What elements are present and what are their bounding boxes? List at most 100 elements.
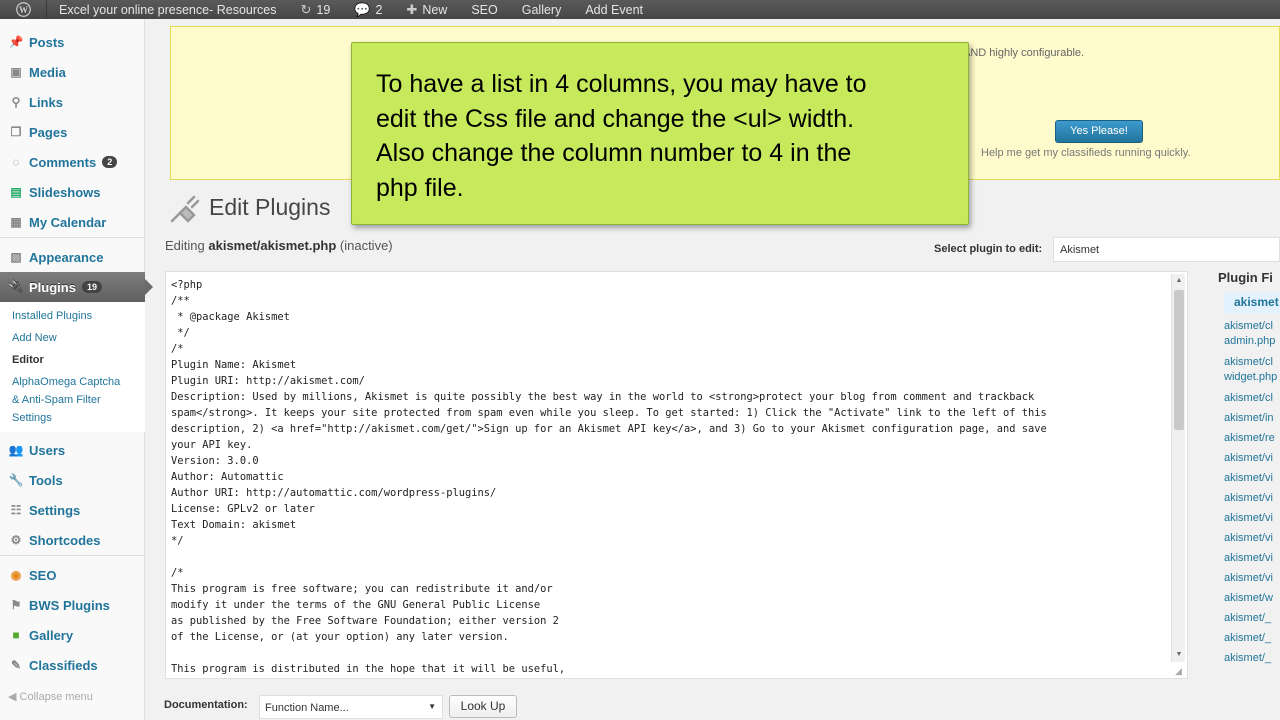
plugin-file-link[interactable]: akismet/cl widget.php [1224, 355, 1280, 385]
menu-links[interactable]: ⚲ Links [0, 87, 145, 117]
notice-text: AND highly configurable. [963, 47, 1085, 59]
menu-classifieds[interactable]: ✎ Classifieds [0, 650, 145, 680]
editing-info: Editing akismet/akismet.php (inactive) [165, 238, 393, 253]
page-title: Edit Plugins [209, 194, 331, 220]
seo-link[interactable]: SEO [459, 0, 509, 19]
plugins-submenu: Installed Plugins Add New Editor AlphaOm… [0, 302, 145, 432]
submenu-alphaomega-captcha[interactable]: AlphaOmega Captcha [12, 373, 145, 391]
menu-label: Users [29, 442, 66, 458]
submenu-anti-spam-filter[interactable]: & Anti-Spam Filter [12, 391, 145, 409]
code-textarea[interactable]: <?php /** * @package Akismet */ /* Plugi… [171, 277, 1166, 677]
comments-count-badge: 2 [102, 156, 118, 168]
add-event-link[interactable]: Add Event [573, 0, 655, 19]
submenu-installed-plugins[interactable]: Installed Plugins [12, 307, 145, 325]
links-icon: ⚲ [11, 95, 21, 109]
plugin-file-link[interactable]: akismet/_ [1224, 631, 1280, 646]
menu-label: Settings [29, 502, 81, 518]
scroll-down-icon[interactable]: ▼ [1172, 648, 1186, 662]
seo-icon: ◉ [10, 568, 22, 582]
plugin-file-link[interactable]: akismet/cl admin.php [1224, 319, 1280, 349]
menu-my-calendar[interactable]: ▦ My Calendar [0, 207, 145, 237]
submenu-editor[interactable]: Editor [12, 351, 145, 369]
calendar-icon: ▦ [10, 215, 22, 229]
menu-media[interactable]: ▣ Media [0, 57, 145, 87]
plugin-file-link[interactable]: akismet/vi [1224, 531, 1280, 546]
plugin-file-link[interactable]: akismet/_ [1224, 611, 1280, 626]
settings-icon: ☷ [10, 503, 22, 517]
menu-label: Comments [29, 154, 97, 170]
media-icon: ▣ [10, 65, 22, 79]
menu-slideshows[interactable]: ▤ Slideshows [0, 177, 145, 207]
plugin-file-link[interactable]: akismet/re [1224, 431, 1280, 446]
resize-handle-icon[interactable]: ◢ [1175, 666, 1185, 676]
new-label: New [422, 2, 448, 17]
comments-icon: ◌ [12, 155, 20, 169]
plugin-file-link[interactable]: akismet/cl [1224, 391, 1280, 406]
plugin-file-link[interactable]: akismet/vi [1224, 491, 1280, 506]
seo-label: SEO [471, 2, 498, 17]
menu-label: SEO [29, 567, 57, 583]
menu-label: Tools [29, 472, 63, 488]
menu-seo[interactable]: ◉ SEO [0, 560, 145, 590]
menu-comments[interactable]: ◌ Comments 2 [0, 147, 145, 177]
plugin-file-link[interactable]: akismet/_ [1224, 651, 1280, 666]
plugin-file-link[interactable]: akismet/vi [1224, 571, 1280, 586]
menu-shortcodes[interactable]: ⚙ Shortcodes [0, 525, 145, 555]
add-event-label: Add Event [585, 2, 644, 17]
plugin-file-link[interactable]: akismet/vi [1224, 511, 1280, 526]
collapse-menu-button[interactable]: ◀ Collapse menu [8, 690, 93, 703]
select-plugin-dropdown[interactable]: Akismet [1053, 237, 1280, 262]
menu-tools[interactable]: 🔧 Tools [0, 465, 145, 495]
notice-help-text: Help me get my classifieds running quick… [981, 147, 1191, 159]
appearance-icon: ▧ [10, 250, 22, 264]
menu-label: Classifieds [29, 657, 98, 673]
refresh-icon: ↻ [300, 1, 312, 17]
editor-scrollbar[interactable]: ▲ ▼ [1171, 274, 1185, 662]
menu-plugins[interactable]: 🔌 Plugins 19 [0, 272, 153, 302]
scroll-up-icon[interactable]: ▲ [1172, 274, 1186, 288]
menu-label: Links [29, 94, 63, 110]
scrollbar-thumb[interactable] [1174, 290, 1184, 430]
annotation-callout: To have a list in 4 columns, you may hav… [351, 42, 969, 225]
editing-prefix: Editing [165, 238, 205, 253]
wordpress-logo-icon[interactable]: W [0, 0, 46, 19]
admin-sidebar: 📌 Posts ▣ Media ⚲ Links ❐ Pages ◌ Comments 2 ▤… [0, 19, 153, 720]
menu-label: BWS Plugins [29, 597, 110, 613]
plugin-file-active[interactable]: akismet [1224, 292, 1280, 313]
comments-link[interactable]: 💬 2 [342, 0, 394, 19]
menu-posts[interactable]: 📌 Posts [0, 27, 145, 57]
menu-label: Gallery [29, 627, 74, 643]
gallery-icon: ■ [12, 628, 20, 642]
function-name-dropdown[interactable]: Function Name... ▼ [259, 695, 443, 719]
site-name-link[interactable]: Excel your online presence- Resources [46, 0, 288, 19]
slideshow-icon: ▤ [10, 185, 22, 199]
menu-pages[interactable]: ❐ Pages [0, 117, 145, 147]
menu-bws-plugins[interactable]: ⚑ BWS Plugins [0, 590, 145, 620]
plugin-file-link[interactable]: akismet/vi [1224, 451, 1280, 466]
menu-appearance[interactable]: ▧ Appearance [0, 242, 145, 272]
plugin-file-link[interactable]: akismet/w [1224, 591, 1280, 606]
chevron-down-icon: ▼ [428, 702, 436, 711]
plugin-plug-icon [168, 192, 202, 224]
menu-label: Pages [29, 124, 68, 140]
submenu-settings[interactable]: Settings [12, 409, 145, 427]
plugin-file-link[interactable]: akismet/in [1224, 411, 1280, 426]
menu-settings[interactable]: ☷ Settings [0, 495, 145, 525]
code-editor[interactable]: <?php /** * @package Akismet */ /* Plugi… [165, 271, 1188, 679]
menu-label: Appearance [29, 249, 104, 265]
shortcodes-icon: ⚙ [10, 533, 22, 547]
bws-icon: ⚑ [10, 598, 22, 612]
plugin-file-link[interactable]: akismet/vi [1224, 551, 1280, 566]
submenu-add-new[interactable]: Add New [12, 329, 145, 347]
menu-gallery[interactable]: ■ Gallery [0, 620, 145, 650]
editing-file: akismet/akismet.php [208, 238, 337, 253]
gallery-link[interactable]: Gallery [510, 0, 574, 19]
plugin-file-link[interactable]: akismet/vi [1224, 471, 1280, 486]
look-up-button[interactable]: Look Up [449, 695, 517, 718]
menu-users[interactable]: 👥 Users [0, 435, 145, 465]
new-content-link[interactable]: ✚ New [394, 0, 459, 19]
updates-link[interactable]: ↻ 19 [288, 0, 342, 19]
plus-icon: ✚ [406, 1, 418, 17]
menu-label: My Calendar [29, 214, 107, 230]
yes-please-button[interactable]: Yes Please! [1055, 120, 1143, 143]
